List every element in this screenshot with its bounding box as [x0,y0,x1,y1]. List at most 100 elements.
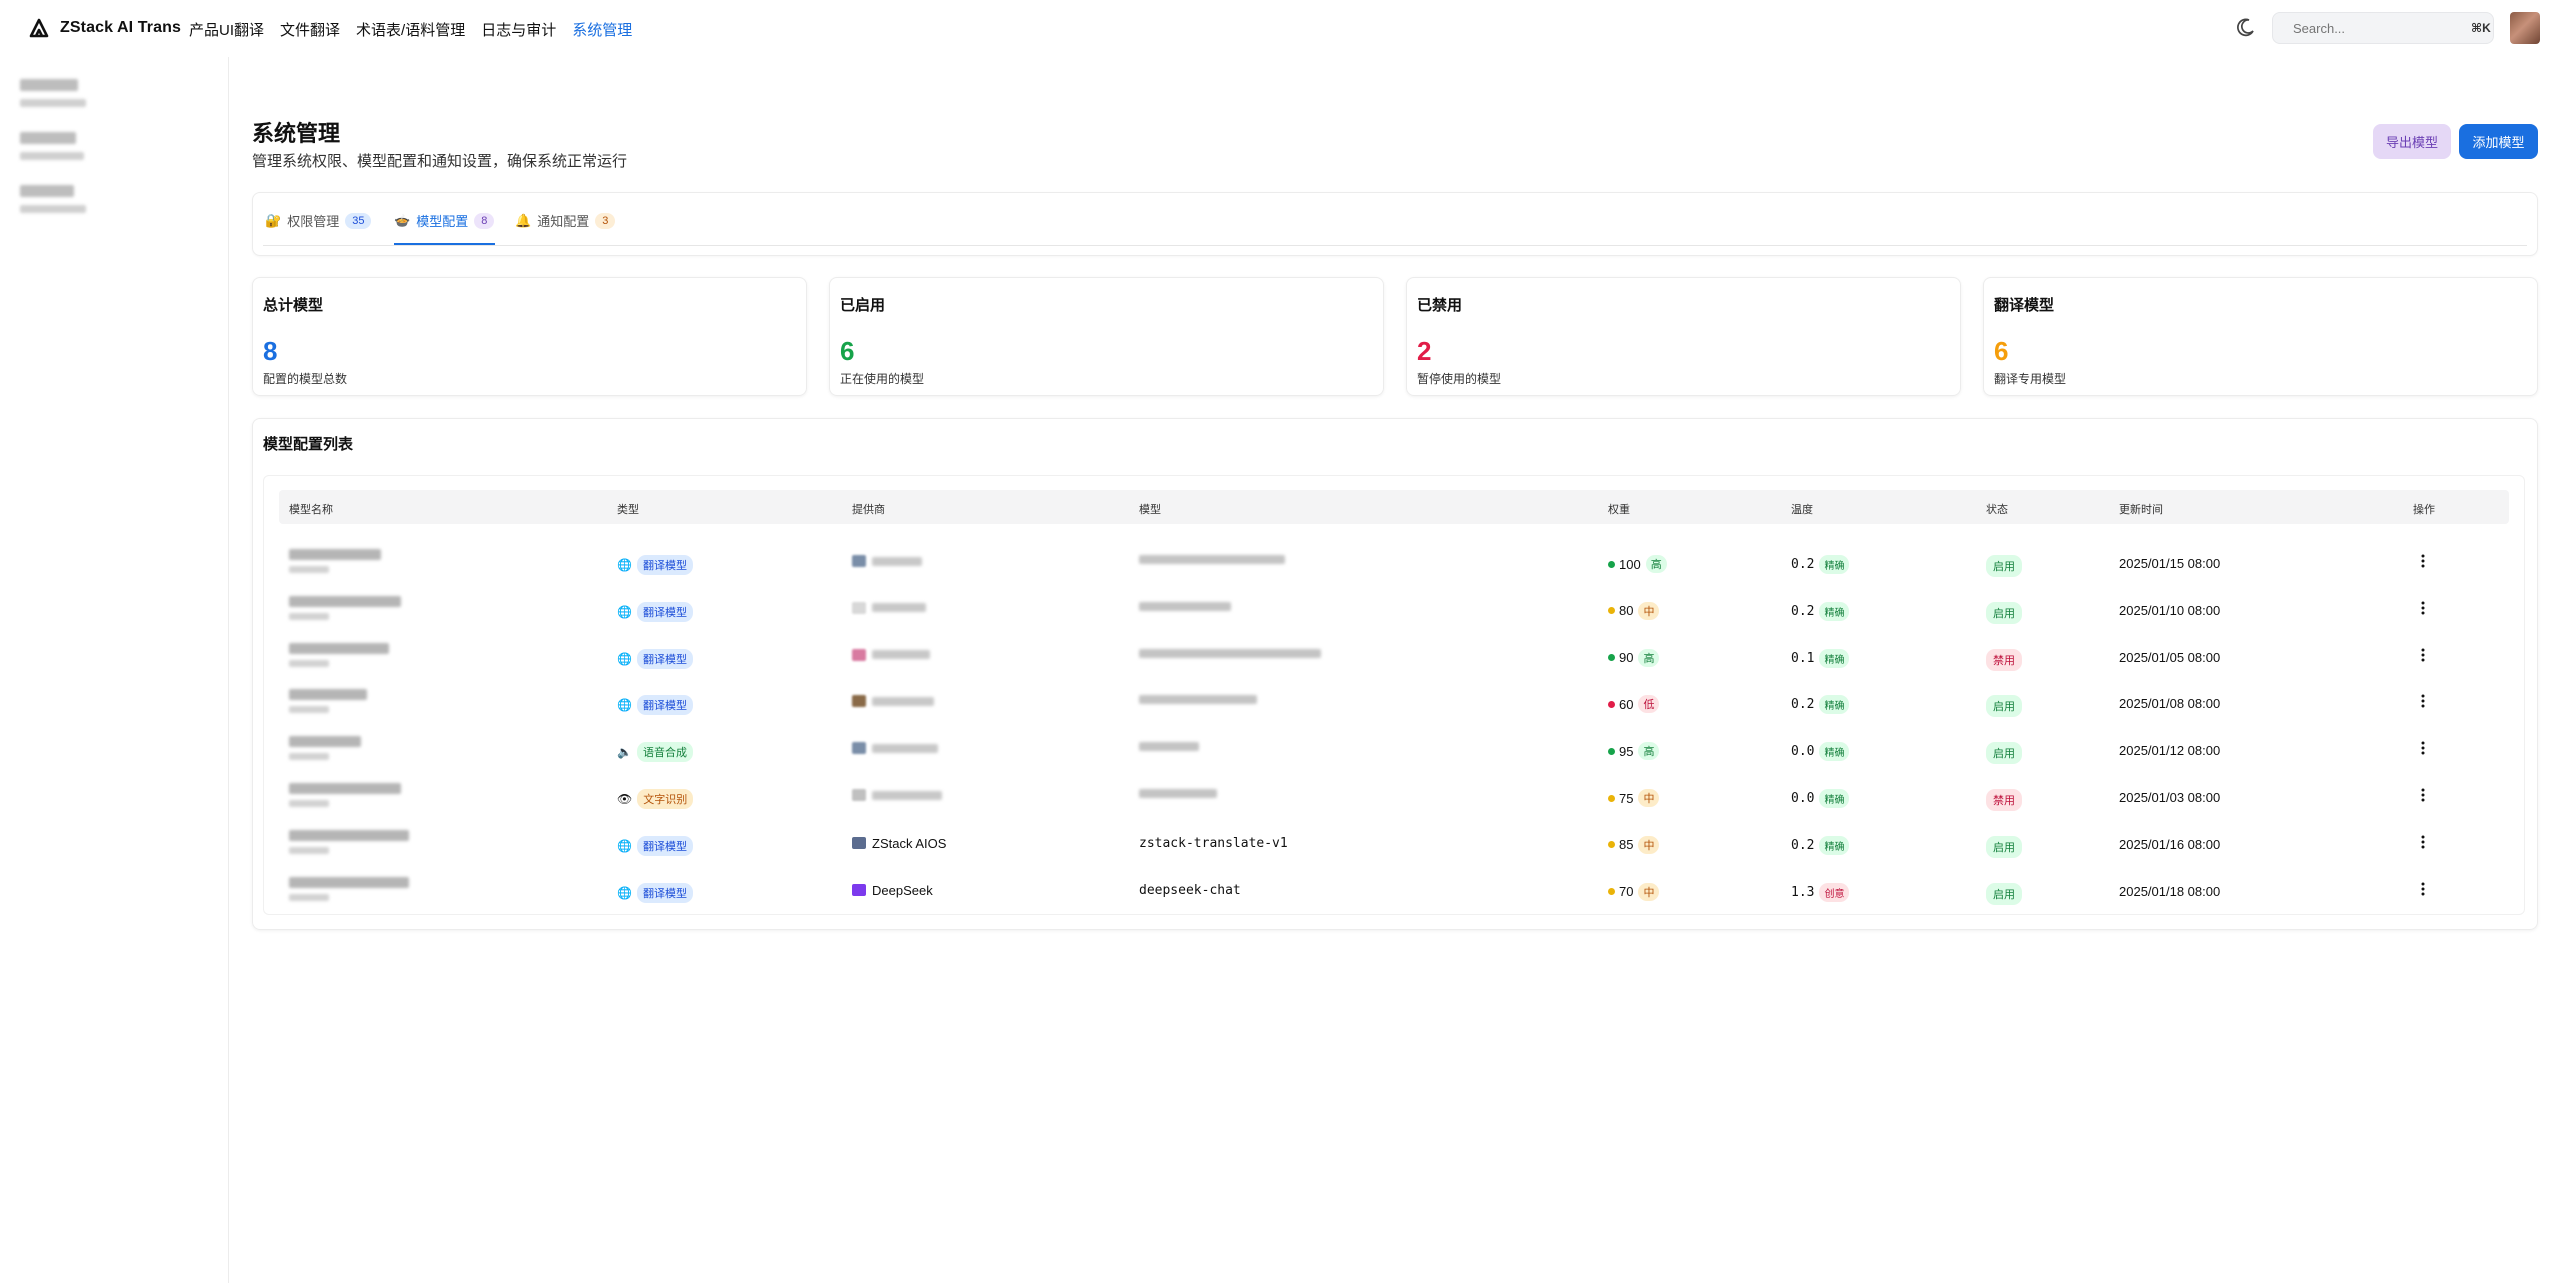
model-name-blurred [289,829,409,841]
page-subtitle: 管理系统权限、模型配置和通知设置，确保系统正常运行 [252,153,628,170]
temperature-label-badge: 精确 [1819,555,1850,574]
stat-value: 8 [263,336,278,366]
weight-cell: 70 中 [1608,882,1660,901]
weight-cell: 80 中 [1608,601,1660,620]
column-header: 模型 [1139,504,1161,516]
nav-item[interactable]: 日志与审计 [481,19,556,40]
type-badge: 翻译模型 [636,882,693,903]
tab-3[interactable]: 🔔 通知配置 3 [515,211,616,230]
model-list-title: 模型配置列表 [263,436,354,453]
table-row[interactable]: 👁 文字识别 75 中 0.0 精确 禁用 2025/01/03 08:00 [279,775,2509,821]
nav-item[interactable]: 系统管理 [572,19,632,40]
weight-level-badge: 中 [1638,835,1660,854]
table-header: 模型名称 类型 提供商 模型 权重 温度 状态 更新时间 操作 [279,490,2509,524]
type-badge: 翻译模型 [636,601,693,622]
avatar[interactable] [2510,12,2540,44]
table-row[interactable]: 🌐 翻译模型 80 中 0.2 精确 启用 2025/01/10 08:00 [279,588,2509,634]
updated-time-cell: 2025/01/08 08:00 [2119,696,2221,712]
sidebar-item-2[interactable] [20,130,86,164]
weight-value: 60 [1619,696,1634,712]
provider-logo-icon [852,884,866,897]
more-actions-icon[interactable] [2418,554,2428,568]
model-id-blurred [1139,742,1199,752]
model-id-blurred [289,706,329,714]
tab-label: 模型配置 [416,214,469,229]
model-id-blurred [1139,789,1217,798]
weight-dot [1608,607,1615,615]
provider-logo-icon [852,695,866,708]
model-id-blurred [289,846,329,854]
model-name-blurred [289,876,409,888]
provider-cell: ZStack AIOS [852,836,946,851]
status-badge: 禁用 [1986,789,2022,811]
nav-item[interactable]: 文件翻译 [280,19,340,40]
type-badge: 翻译模型 [636,695,693,716]
type-icon: 👁 [617,792,633,806]
table-row[interactable]: 🌐 翻译模型 100 高 0.2 精确 启用 2025/01/15 08:00 [279,541,2509,587]
model-id-cell: deepseek-chat [1139,882,1241,898]
type-cell: 🌐 翻译模型 [617,882,693,903]
column-header: 更新时间 [2119,504,2163,516]
more-actions-icon[interactable] [2418,788,2428,802]
stat-card: 翻译模型 6 翻译专用模型 [1983,277,2538,396]
provider-cell [852,789,942,801]
tab-2[interactable]: 🍲 模型配置 8 [394,211,495,230]
temperature-value: 0.2 [1791,837,1815,853]
type-icon: 🌐 [617,558,632,572]
nav-item[interactable]: 产品UI翻译 [189,19,264,40]
stat-card: 已禁用 2 暂停使用的模型 [1406,277,1961,396]
weight-level-badge: 高 [1645,555,1667,573]
more-actions-icon[interactable] [2418,694,2428,708]
table-row[interactable]: 🔈 语音合成 95 高 0.0 精确 启用 2025/01/12 08:00 [279,728,2509,774]
tab-icon: 🍲 [394,212,411,228]
model-id-cell: zstack-translate-v1 [1139,835,1288,851]
tab-count-badge: 3 [595,212,616,229]
status-badge: 禁用 [1986,648,2022,671]
temperature-label-badge: 创意 [1819,882,1850,902]
provider-name-blurred [872,556,922,566]
table-row[interactable]: 🌐 翻译模型 ZStack AIOS zstack-translate-v1 85 中 0.… [279,822,2509,868]
provider-logo-icon [852,555,866,567]
model-id-cell [1139,742,1199,752]
model-id-cell [1139,601,1231,611]
table-row[interactable]: 🌐 翻译模型 DeepSeek deepseek-chat 70 中 1.3 创意 启用 2025… [279,869,2509,915]
dark-mode-toggle-icon[interactable] [2234,17,2256,39]
export-models-button[interactable]: 导出模型 [2373,124,2451,159]
table-row[interactable]: 🌐 翻译模型 60 低 0.2 精确 启用 2025/01/08 08:00 [279,681,2509,727]
type-icon: 🌐 [617,651,632,666]
more-actions-icon[interactable] [2418,601,2428,615]
add-model-button[interactable]: 添加模型 [2459,124,2538,159]
sidebar-item-1[interactable] [20,77,86,111]
type-cell: 👁 文字识别 [617,789,694,809]
model-id-blurred [289,800,329,807]
type-badge: 文字识别 [637,789,694,809]
weight-dot [1608,654,1615,662]
more-actions-icon[interactable] [2418,835,2428,849]
tab-icon: 🔔 [515,212,532,228]
updated-time-cell: 2025/01/18 08:00 [2119,883,2221,899]
weight-level-badge: 中 [1638,882,1660,901]
search-input[interactable] [2291,19,2471,37]
search-box[interactable]: ⌘K [2272,12,2494,44]
more-actions-icon[interactable] [2418,648,2428,662]
main-nav: 产品UI翻译 文件翻译 术语表/语料管理 日志与审计 系统管理 [189,19,632,40]
status-badge: 启用 [1986,835,2022,858]
model-id-blurred [289,753,329,761]
temperature-label-badge: 精确 [1819,601,1850,621]
status-badge: 启用 [1986,555,2022,577]
tab-1[interactable]: 🔐 权限管理 35 [265,211,372,230]
status-cell: 禁用 [1986,789,2022,811]
app-logo[interactable]: ZStack AI Trans [28,17,181,39]
temperature-cell: 0.2 精确 [1791,555,1850,574]
updated-time-cell: 2025/01/05 08:00 [2119,649,2221,665]
weight-level-badge: 高 [1638,648,1660,667]
provider-name: ZStack AIOS [872,835,947,851]
provider-cell [852,695,934,708]
more-actions-icon[interactable] [2418,741,2428,755]
more-actions-icon[interactable] [2418,882,2428,896]
status-cell: 禁用 [1986,648,2022,671]
sidebar-item-3[interactable] [20,183,86,217]
table-row[interactable]: 🌐 翻译模型 90 高 0.1 精确 禁用 2025/01/05 08:00 [279,635,2509,681]
tab-label: 通知配置 [537,214,590,229]
nav-item[interactable]: 术语表/语料管理 [356,19,465,40]
